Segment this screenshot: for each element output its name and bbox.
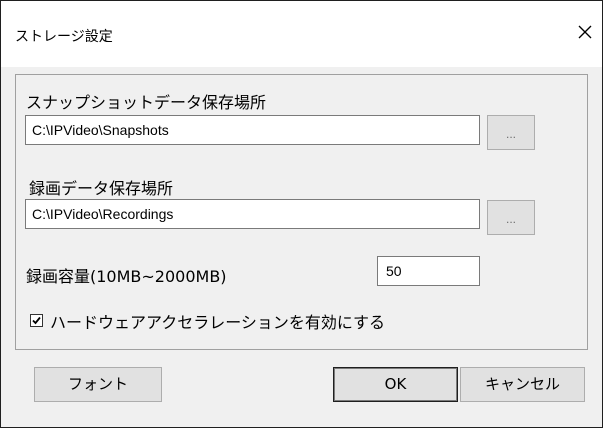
hw-accel-checkbox[interactable] xyxy=(30,314,43,327)
ok-button[interactable]: OK xyxy=(333,367,458,402)
recording-capacity-input[interactable]: 50 xyxy=(377,256,480,286)
recording-path-input[interactable]: C:\IPVideo\Recordings xyxy=(25,199,480,229)
checkmark-icon xyxy=(32,316,41,325)
recording-path-label: 録画データ保存場所 xyxy=(29,179,174,198)
recording-capacity-label: 録画容量(10MB~2000MB) xyxy=(26,267,227,286)
cancel-button[interactable]: キャンセル xyxy=(460,367,585,402)
close-icon[interactable] xyxy=(576,23,594,41)
snapshot-browse-button[interactable]: ... xyxy=(487,115,535,150)
recording-browse-button[interactable]: ... xyxy=(487,200,535,235)
dialog-title: ストレージ設定 xyxy=(15,29,113,45)
font-button[interactable]: フォント xyxy=(34,367,162,402)
snapshot-path-input[interactable]: C:\IPVideo\Snapshots xyxy=(25,115,480,145)
storage-settings-dialog: ストレージ設定 スナップショットデータ保存場所 C:\IPVideo\Snaps… xyxy=(0,0,603,428)
hw-accel-label[interactable]: ハードウェアアクセラレーションを有効にする xyxy=(50,309,385,333)
snapshot-path-label: スナップショットデータ保存場所 xyxy=(26,93,267,112)
title-bar: ストレージ設定 xyxy=(1,1,602,67)
